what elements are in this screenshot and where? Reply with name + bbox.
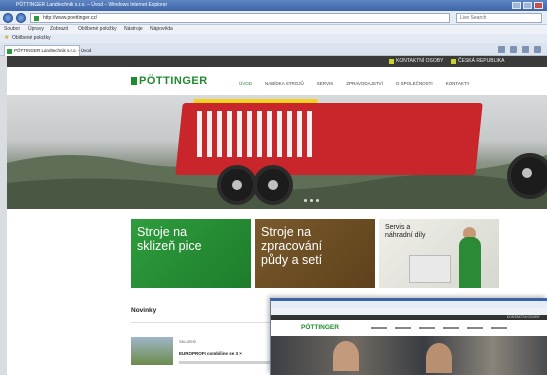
site-favicon — [34, 16, 39, 21]
nav-service[interactable]: SERVIS — [317, 81, 333, 86]
country-icon — [451, 59, 456, 64]
utility-bar: KONTAKTNÍ OSOBY ČESKÁ REPUBLIKA — [7, 56, 547, 67]
print-icon[interactable] — [522, 46, 529, 53]
news-headline[interactable]: EUROPROFI combiline se 3 × — [179, 351, 242, 356]
secondary-address-bar — [271, 301, 547, 308]
logo-icon — [131, 77, 137, 85]
feeds-icon[interactable] — [510, 46, 517, 53]
news-category: SKLIZEŇ — [179, 339, 196, 344]
tile-service[interactable]: Servis a náhradní díly — [379, 219, 499, 288]
maximize-button[interactable] — [523, 2, 532, 9]
menu-file[interactable]: Soubor — [4, 26, 20, 32]
address-toolbar: http://www.poettinger.cz/ Live Search — [0, 11, 547, 25]
search-placeholder: Live Search — [460, 15, 487, 21]
address-bar[interactable]: http://www.poettinger.cz/ — [30, 13, 450, 23]
favorites-label[interactable]: Oblíbené položky — [12, 35, 51, 41]
slider-dots[interactable] — [304, 199, 319, 202]
nav-news[interactable]: ZPRAVODAJSTVÍ — [346, 81, 383, 86]
secondary-contact-link[interactable]: KONTAKTNÍ OSOBY — [507, 315, 540, 319]
menu-edit[interactable]: Úpravy — [28, 26, 44, 32]
menu-tools[interactable]: Nástroje — [124, 26, 143, 32]
tab-bar: PÖTTINGER Landtechnik s.r.o. - Úvod — [0, 43, 547, 56]
news-heading: Novinky — [131, 307, 157, 314]
window-title-bar: PÖTTINGER Landtechnik s.r.o. – Úvod – Wi… — [0, 0, 547, 11]
tile-tillage-label: Stroje na zpracování půdy a setí — [261, 225, 323, 267]
secondary-logo[interactable]: PÖTTINGER — [301, 324, 339, 331]
home-icon[interactable] — [498, 46, 505, 53]
site-header: PÖTTINGER ÚVOD NABÍDKA STROJŮ SERVIS ZPR… — [7, 67, 547, 95]
forward-icon[interactable] — [16, 13, 26, 23]
technician-image — [459, 237, 481, 288]
address-url: http://www.poettinger.cz/ — [43, 15, 98, 21]
favorites-bar: ★ Oblíbené položky — [0, 34, 547, 43]
back-icon[interactable] — [3, 13, 13, 23]
command-bar — [498, 46, 541, 53]
person-image-right — [426, 343, 452, 373]
site-logo[interactable]: PÖTTINGER — [139, 75, 208, 87]
secondary-nav — [371, 327, 507, 329]
news-thumbnail[interactable] — [131, 337, 173, 365]
window-controls — [512, 2, 543, 9]
tractor-wheel — [507, 153, 547, 199]
news-excerpt — [179, 361, 274, 364]
tile-harvesting[interactable]: Stroje na sklizeň pice — [131, 219, 251, 288]
minimize-button[interactable] — [512, 2, 521, 9]
wagon-wheel-rear — [253, 165, 293, 205]
wagon-wheel-front — [217, 165, 257, 205]
contact-icon — [389, 59, 394, 64]
person-image-left — [333, 341, 359, 371]
main-nav: ÚVOD NABÍDKA STROJŮ SERVIS ZPRAVODAJSTVÍ… — [239, 81, 470, 86]
close-button[interactable] — [534, 2, 543, 9]
page-icon[interactable] — [534, 46, 541, 53]
contact-persons-link[interactable]: KONTAKTNÍ OSOBY — [396, 58, 443, 64]
menu-view[interactable]: Zobrazit — [50, 26, 68, 32]
tile-harvesting-label: Stroje na sklizeň pice — [137, 225, 202, 253]
wagon-slats — [197, 111, 312, 157]
menu-help[interactable]: Nápověda — [150, 26, 173, 32]
search-input[interactable]: Live Search — [456, 13, 542, 23]
tile-service-label: Servis a náhradní díly — [385, 224, 426, 239]
menu-bar: Soubor Úpravy Zobrazit Oblíbené položky … — [0, 25, 547, 34]
nav-contacts[interactable]: KONTAKTY — [446, 81, 470, 86]
tab-active[interactable]: PÖTTINGER Landtechnik s.r.o. - Úvod — [4, 45, 91, 56]
secondary-utility-bar: KONTAKTNÍ OSOBY — [271, 315, 547, 320]
menu-favorites[interactable]: Oblíbené položky — [78, 26, 117, 32]
tab-label: PÖTTINGER Landtechnik s.r.o. - Úvod — [14, 48, 92, 53]
secondary-menu-bar — [271, 308, 547, 315]
tab-favicon — [7, 49, 12, 54]
country-link[interactable]: ČESKÁ REPUBLIKA — [458, 58, 504, 64]
nav-home[interactable]: ÚVOD — [239, 81, 252, 86]
star-icon[interactable]: ★ — [4, 35, 10, 41]
nav-machines[interactable]: NABÍDKA STROJŮ — [265, 81, 304, 86]
service-van-image — [409, 255, 451, 283]
window-title: PÖTTINGER Landtechnik s.r.o. – Úvod – Wi… — [16, 2, 168, 8]
tile-tillage[interactable]: Stroje na zpracování půdy a setí — [255, 219, 375, 288]
hero-banner[interactable] — [7, 95, 547, 209]
nav-about[interactable]: O SPOLEČNOSTI — [396, 81, 433, 86]
news-divider — [131, 322, 271, 323]
secondary-screenshot: KONTAKTNÍ OSOBY PÖTTINGER — [270, 298, 547, 375]
secondary-hero-photo — [271, 336, 547, 375]
